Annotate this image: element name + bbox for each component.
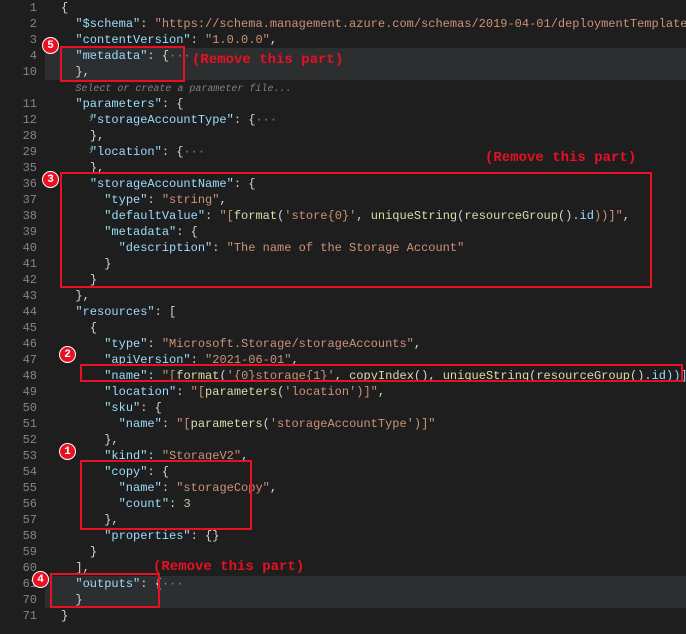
chevron-right-icon[interactable]: ›: [85, 113, 97, 125]
line-number: 47: [23, 353, 37, 367]
remove-label: (Remove this part): [153, 559, 304, 575]
code-line[interactable]: },: [45, 128, 686, 144]
code-line[interactable]: "apiVersion": "2021-06-01",: [45, 352, 686, 368]
callout-3: 3: [42, 171, 59, 188]
callout-2: 2: [59, 346, 76, 363]
code-line[interactable]: "kind": "StorageV2",: [45, 448, 686, 464]
line-number: 41: [23, 257, 37, 271]
code-line[interactable]: "metadata": {···: [45, 48, 686, 64]
line-number: 52: [23, 433, 37, 447]
line-number: 43: [23, 289, 37, 303]
line-number: 35: [23, 161, 37, 175]
chevron-right-icon[interactable]: ›: [85, 145, 97, 157]
code-line[interactable]: "name": "[format('{0}storage{1}', copyIn…: [45, 368, 686, 384]
line-number: 36: [23, 177, 37, 191]
line-number: 10: [23, 65, 37, 79]
code-line[interactable]: }: [45, 256, 686, 272]
line-number: 49: [23, 385, 37, 399]
code-line[interactable]: "type": "Microsoft.Storage/storageAccoun…: [45, 336, 686, 352]
code-line[interactable]: "description": "The name of the Storage …: [45, 240, 686, 256]
line-number: 51: [23, 417, 37, 431]
code-line[interactable]: {: [45, 0, 686, 16]
code-line[interactable]: "defaultValue": "[format('store{0}', uni…: [45, 208, 686, 224]
line-number: 37: [23, 193, 37, 207]
code-line[interactable]: "parameters": {: [45, 96, 686, 112]
code-line[interactable]: }: [45, 272, 686, 288]
chevron-right-icon[interactable]: ›: [85, 49, 97, 61]
line-number: 53: [23, 449, 37, 463]
code-line[interactable]: },: [45, 512, 686, 528]
code-line[interactable]: {: [45, 320, 686, 336]
code-line[interactable]: },: [45, 64, 686, 80]
line-number: 45: [23, 321, 37, 335]
line-number: 48: [23, 369, 37, 383]
line-number: 54: [23, 465, 37, 479]
code-line[interactable]: "name": "[parameters('storageAccountType…: [45, 416, 686, 432]
line-number: 58: [23, 529, 37, 543]
callout-4: 4: [32, 571, 49, 588]
line-number: 2: [30, 17, 37, 31]
line-number: 70: [23, 593, 37, 607]
code-line[interactable]: "contentVersion": "1.0.0.0",: [45, 32, 686, 48]
line-number: 28: [23, 129, 37, 143]
line-number: 59: [23, 545, 37, 559]
code-line[interactable]: "$schema": "https://schema.management.az…: [45, 16, 686, 32]
code-line[interactable]: },: [45, 432, 686, 448]
line-number: 55: [23, 481, 37, 495]
line-number: 50: [23, 401, 37, 415]
code-line[interactable]: "copy": {: [45, 464, 686, 480]
line-number: 44: [23, 305, 37, 319]
line-number: 71: [23, 609, 37, 623]
code-line[interactable]: "type": "string",: [45, 192, 686, 208]
code-line[interactable]: "sku": {: [45, 400, 686, 416]
remove-label: (Remove this part): [485, 150, 636, 166]
code-line[interactable]: "name": "storageCopy",: [45, 480, 686, 496]
line-number: 42: [23, 273, 37, 287]
parameter-hint[interactable]: Select or create a parameter file...: [45, 80, 686, 96]
callout-5: 5: [42, 37, 59, 54]
line-number: 4: [30, 49, 37, 63]
code-editor: 1 2 3 4 10 11 12 28 29 35 36 37 38 39 40…: [0, 0, 686, 634]
line-number: 1: [30, 1, 37, 15]
line-number: 39: [23, 225, 37, 239]
line-number: 12: [23, 113, 37, 127]
code-line[interactable]: }: [45, 544, 686, 560]
line-number: 56: [23, 497, 37, 511]
code-area[interactable]: { "$schema": "https://schema.management.…: [45, 0, 686, 634]
code-line[interactable]: }: [45, 608, 686, 624]
code-line[interactable]: ],: [45, 560, 686, 576]
line-number: 40: [23, 241, 37, 255]
callout-1: 1: [59, 443, 76, 460]
chevron-right-icon[interactable]: ›: [85, 577, 97, 589]
line-number: 38: [23, 209, 37, 223]
code-line[interactable]: "location": "[parameters('location')]",: [45, 384, 686, 400]
line-number: 46: [23, 337, 37, 351]
line-number: 3: [30, 33, 37, 47]
code-line[interactable]: "count": 3: [45, 496, 686, 512]
line-number: 11: [23, 97, 37, 111]
code-line[interactable]: }: [45, 592, 686, 608]
code-line[interactable]: "storageAccountType": {···: [45, 112, 686, 128]
line-number: 29: [23, 145, 37, 159]
code-line[interactable]: "properties": {}: [45, 528, 686, 544]
line-number: 57: [23, 513, 37, 527]
code-line[interactable]: "storageAccountName": {: [45, 176, 686, 192]
remove-label: (Remove this part): [192, 52, 343, 68]
code-line[interactable]: "outputs": {···: [45, 576, 686, 592]
line-gutter: 1 2 3 4 10 11 12 28 29 35 36 37 38 39 40…: [0, 0, 45, 634]
code-line[interactable]: "resources": [: [45, 304, 686, 320]
code-line[interactable]: },: [45, 288, 686, 304]
code-line[interactable]: "metadata": {: [45, 224, 686, 240]
